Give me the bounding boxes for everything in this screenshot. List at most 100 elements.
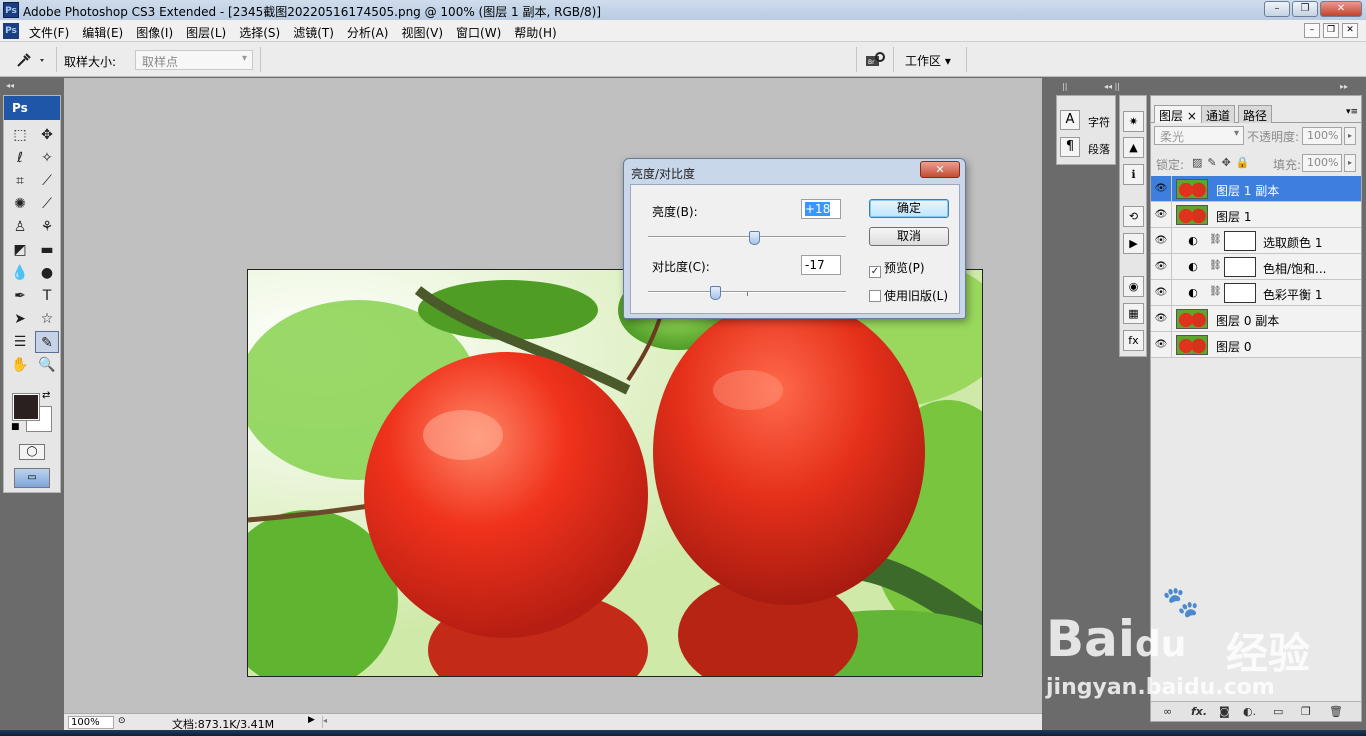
screen-mode-button[interactable]: ▭ — [14, 468, 50, 488]
zoom-field[interactable]: 100% — [68, 716, 114, 729]
swatches-icon[interactable]: ◉ — [1123, 276, 1144, 297]
tab-layers[interactable]: 图层 × — [1154, 105, 1202, 123]
slice-icon[interactable]: ⟋ — [35, 170, 59, 192]
layer-row[interactable]: 👁 图层 0 副本 — [1151, 306, 1361, 332]
paragraph-panel-button[interactable]: ¶ 段落 — [1060, 137, 1114, 159]
fill-input[interactable]: 100% — [1302, 154, 1342, 172]
brightness-slider[interactable] — [648, 231, 846, 245]
visibility-eye-icon[interactable]: 👁 — [1154, 338, 1168, 352]
notes-icon[interactable]: ☰ — [8, 331, 32, 353]
styles-icon[interactable]: ▦ — [1123, 303, 1144, 324]
foreground-color-swatch[interactable] — [12, 393, 40, 421]
info-icon[interactable]: ⊙ — [118, 716, 126, 726]
cancel-button[interactable]: 取消 — [869, 227, 949, 246]
lock-all-icon[interactable]: 🔒 — [1236, 156, 1255, 169]
magic-wand-icon[interactable]: ✧ — [35, 147, 59, 169]
sample-size-select[interactable]: 取样点 — [135, 50, 253, 70]
visibility-eye-icon[interactable]: 👁 — [1154, 182, 1168, 196]
document-canvas[interactable] — [247, 269, 983, 677]
visibility-eye-icon[interactable]: 👁 — [1154, 312, 1168, 326]
legacy-checkbox[interactable]: 使用旧版(L) — [869, 287, 948, 304]
visibility-eye-icon[interactable]: 👁 — [1154, 234, 1168, 248]
fx-icon[interactable]: fx. — [1191, 705, 1207, 718]
quick-mask-button[interactable]: ◯ — [19, 444, 45, 460]
menu-analysis[interactable]: 分析(A) — [347, 24, 389, 41]
collapse-arrows-icon[interactable]: ◂◂ — [6, 81, 14, 90]
ok-button[interactable]: 确定 — [869, 199, 949, 218]
document-icon[interactable]: Ps — [3, 23, 19, 39]
dock-grip-icon[interactable]: || — [1062, 82, 1067, 91]
shape-icon[interactable]: ☆ — [35, 308, 59, 330]
gradient-icon[interactable]: ▬ — [35, 239, 59, 261]
dodge-icon[interactable]: ● — [35, 262, 59, 284]
menu-help[interactable]: 帮助(H) — [514, 24, 556, 41]
new-layer-icon[interactable]: ❐ — [1301, 705, 1311, 718]
horizontal-scrollbar[interactable]: ◂ — [322, 716, 1034, 728]
preview-checkbox[interactable]: ✓ 预览(P) — [869, 259, 925, 278]
menu-image[interactable]: 图像(I) — [136, 24, 173, 41]
fill-arrow-icon[interactable]: ▸ — [1344, 154, 1356, 172]
hand-icon[interactable]: ✋ — [8, 354, 32, 376]
pen-icon[interactable]: ✒ — [8, 285, 32, 307]
blur-icon[interactable]: 💧 — [8, 262, 32, 284]
layer-row[interactable]: 👁 ◐ ⛓ 色彩平衡 1 — [1151, 280, 1361, 306]
link-icon[interactable]: ⛓ — [1209, 286, 1222, 297]
navigator-icon[interactable]: ✷ — [1123, 111, 1144, 132]
panel-menu-icon[interactable]: ▾≡ — [1346, 107, 1358, 117]
dialog-close-button[interactable]: ✕ — [920, 161, 960, 178]
history-brush-icon[interactable]: ⚘ — [35, 216, 59, 238]
layer-row[interactable]: 👁 ◐ ⛓ 色相/饱和... — [1151, 254, 1361, 280]
workspace-menu[interactable]: 工作区 ▾ — [905, 52, 951, 69]
menu-filter[interactable]: 滤镜(T) — [293, 24, 334, 41]
contrast-slider[interactable] — [648, 286, 846, 300]
menu-select[interactable]: 选择(S) — [239, 24, 280, 41]
contrast-slider-thumb[interactable] — [710, 286, 721, 300]
info-icon[interactable]: ℹ — [1123, 164, 1144, 185]
layer-row[interactable]: 👁 图层 0 — [1151, 332, 1361, 358]
visibility-eye-icon[interactable]: 👁 — [1154, 208, 1168, 222]
zoom-icon[interactable]: 🔍 — [35, 354, 59, 376]
menu-file[interactable]: 文件(F) — [29, 24, 69, 41]
layer-row[interactable]: 👁 ◐ ⛓ 选取颜色 1 — [1151, 228, 1361, 254]
blend-mode-select[interactable]: 柔光 — [1154, 126, 1244, 145]
doc-restore-button[interactable]: ❐ — [1323, 23, 1339, 38]
healing-icon[interactable]: ✺ — [8, 193, 32, 215]
brush-icon[interactable]: ⟋ — [35, 193, 59, 215]
link-icon[interactable]: ⛓ — [1209, 234, 1222, 245]
maximize-button[interactable]: ❐ — [1292, 1, 1318, 17]
menu-window[interactable]: 窗口(W) — [456, 24, 501, 41]
bridge-icon[interactable]: Br — [864, 51, 886, 69]
path-select-icon[interactable]: ➤ — [8, 308, 32, 330]
opacity-input[interactable]: 100% — [1302, 127, 1342, 145]
lock-position-icon[interactable]: ✥ — [1222, 156, 1236, 169]
histogram-icon[interactable]: ▲ — [1123, 137, 1144, 158]
mask-icon[interactable]: ◙ — [1219, 705, 1230, 718]
expand-arrows-icon[interactable]: ▸▸ — [1340, 82, 1348, 91]
crop-icon[interactable]: ⌗ — [8, 170, 32, 192]
eraser-icon[interactable]: ◩ — [8, 239, 32, 261]
eyedropper-icon[interactable]: ✎ — [35, 331, 59, 353]
link-icon[interactable]: ⛓ — [1209, 260, 1222, 271]
collapse-arrows-icon[interactable]: ◂◂ || — [1104, 82, 1120, 91]
menu-view[interactable]: 视图(V) — [401, 24, 443, 41]
layer-row[interactable]: 👁 图层 1 副本 — [1151, 176, 1361, 202]
close-button[interactable]: ✕ — [1320, 1, 1362, 17]
swap-colors-icon[interactable]: ⇄ — [42, 390, 50, 401]
tool-preset-picker[interactable] — [12, 50, 52, 70]
stamp-icon[interactable]: ♙ — [8, 216, 32, 238]
group-icon[interactable]: ▭ — [1273, 705, 1283, 718]
menu-edit[interactable]: 编辑(E) — [82, 24, 123, 41]
brightness-input[interactable]: +18 — [801, 199, 841, 219]
minimize-button[interactable]: – — [1264, 1, 1290, 17]
fx-icon[interactable]: fx — [1123, 330, 1144, 351]
doc-close-button[interactable]: ✕ — [1342, 23, 1358, 38]
visibility-eye-icon[interactable]: 👁 — [1154, 260, 1168, 274]
history-icon[interactable]: ⟲ — [1123, 206, 1144, 227]
lock-transparency-icon[interactable]: ▨ — [1192, 156, 1207, 169]
contrast-input[interactable]: -17 — [801, 255, 841, 275]
marquee-icon[interactable]: ⬚ — [8, 124, 32, 146]
opacity-arrow-icon[interactable]: ▸ — [1344, 127, 1356, 145]
lasso-icon[interactable]: ℓ — [8, 147, 32, 169]
link-icon[interactable]: ∞ — [1163, 705, 1172, 718]
tab-paths[interactable]: 路径 — [1238, 105, 1273, 123]
